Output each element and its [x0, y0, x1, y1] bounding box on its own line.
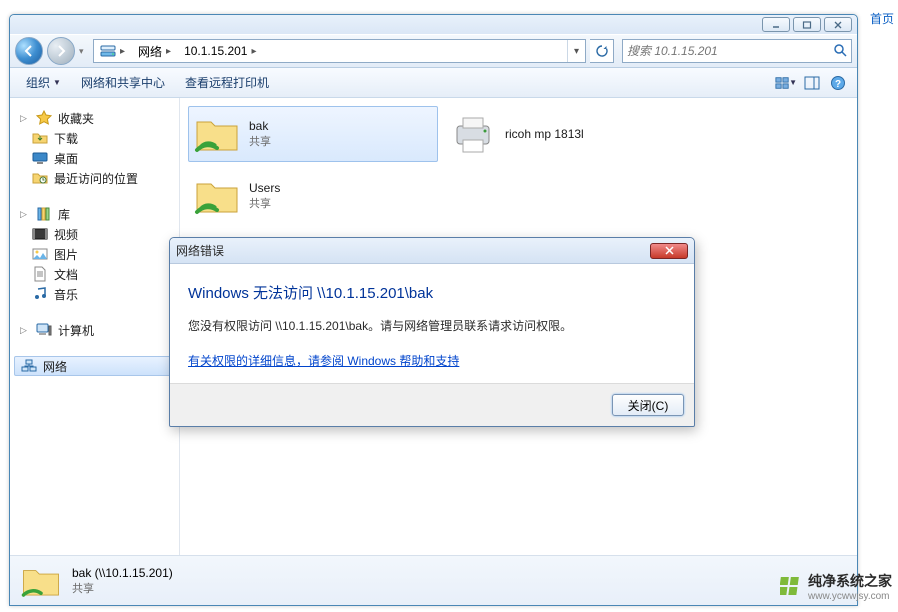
navigation-pane: ▷ 收藏夹 下载 桌面 最近访问的位置 ▷ 库	[10, 98, 180, 555]
svg-text:?: ?	[835, 79, 841, 90]
dialog-ok-button[interactable]: 关闭(C)	[612, 394, 684, 416]
sidebar-downloads[interactable]: 下载	[10, 128, 179, 148]
titlebar	[10, 15, 857, 34]
watermark: 纯净系统之家 www.ycwwjsy.com	[780, 571, 892, 602]
share-folder-icon	[193, 110, 241, 158]
refresh-button[interactable]	[590, 39, 614, 63]
watermark-brand: 纯净系统之家	[808, 573, 892, 589]
search-input[interactable]	[627, 44, 833, 58]
dialog-titlebar: 网络错误	[170, 238, 694, 264]
music-icon	[32, 286, 48, 302]
sidebar-documents[interactable]: 文档	[10, 264, 179, 284]
dialog-body: Windows 无法访问 \\10.1.15.201\bak 您没有权限访问 \…	[170, 264, 694, 384]
details-title: bak (\\10.1.15.201)	[72, 566, 173, 580]
pictures-icon	[32, 246, 48, 262]
documents-icon	[32, 266, 48, 282]
network-icon	[100, 43, 116, 59]
library-icon	[36, 206, 52, 222]
item-users[interactable]: Users共享	[188, 168, 438, 224]
dialog-close-button[interactable]	[650, 243, 688, 259]
printer-icon	[449, 110, 497, 158]
item-sub: 共享	[249, 133, 271, 149]
folder-icon	[32, 130, 48, 146]
star-icon	[36, 110, 52, 126]
desktop-icon	[32, 150, 48, 166]
address-bar[interactable]: ▸ 网络▸ 10.1.15.201▸ ▾	[93, 39, 586, 63]
sidebar-videos[interactable]: 视频	[10, 224, 179, 244]
close-button[interactable]	[824, 17, 852, 32]
crumb-host[interactable]: 10.1.15.201▸	[178, 40, 263, 62]
toolbar: 组织▼ 网络和共享中心 查看远程打印机 ▼ ?	[10, 68, 857, 98]
organize-button[interactable]: 组织▼	[18, 71, 69, 94]
details-pane: bak (\\10.1.15.201) 共享	[10, 555, 857, 605]
view-printers-button[interactable]: 查看远程打印机	[177, 71, 277, 94]
maximize-button[interactable]	[793, 17, 821, 32]
search-box[interactable]	[622, 39, 852, 63]
watermark-logo-icon	[780, 576, 802, 598]
crumb-root[interactable]: ▸	[94, 40, 132, 62]
favorites-header[interactable]: ▷ 收藏夹	[10, 108, 179, 128]
video-icon	[32, 226, 48, 242]
home-link[interactable]: 首页	[870, 10, 894, 27]
dialog-help-link[interactable]: 有关权限的详细信息，请参阅 Windows 帮助和支持	[188, 354, 459, 368]
history-dropdown[interactable]: ▾	[79, 46, 89, 57]
sidebar-desktop[interactable]: 桌面	[10, 148, 179, 168]
network-center-button[interactable]: 网络和共享中心	[73, 71, 173, 94]
watermark-url: www.ycwwjsy.com	[808, 591, 892, 602]
dialog-footer: 关闭(C)	[170, 384, 694, 426]
dialog-title: 网络错误	[176, 242, 224, 259]
forward-button[interactable]	[47, 37, 75, 65]
sidebar-music[interactable]: 音乐	[10, 284, 179, 304]
sidebar-computer[interactable]: ▷ 计算机	[10, 320, 179, 340]
item-name: bak	[249, 119, 271, 133]
computer-icon	[36, 322, 52, 338]
help-button[interactable]: ?	[827, 72, 849, 94]
share-folder-icon	[193, 172, 241, 220]
item-bak[interactable]: bak共享	[188, 106, 438, 162]
search-icon[interactable]	[833, 43, 847, 60]
item-name: Users	[249, 181, 280, 195]
item-printer[interactable]: ricoh mp 1813l	[444, 106, 694, 162]
minimize-button[interactable]	[762, 17, 790, 32]
preview-pane-button[interactable]	[801, 72, 823, 94]
item-name: ricoh mp 1813l	[505, 127, 584, 141]
dialog-message: 您没有权限访问 \\10.1.15.201\bak。请与网络管理员联系请求访问权…	[188, 317, 676, 334]
address-dropdown[interactable]: ▾	[567, 40, 585, 62]
sidebar-network[interactable]: 网络	[14, 356, 175, 376]
view-mode-button[interactable]: ▼	[775, 72, 797, 94]
sidebar-recent[interactable]: 最近访问的位置	[10, 168, 179, 188]
navigation-bar: ▾ ▸ 网络▸ 10.1.15.201▸ ▾	[10, 34, 857, 68]
back-button[interactable]	[15, 37, 43, 65]
network-icon	[21, 358, 37, 374]
crumb-network[interactable]: 网络▸	[132, 40, 178, 62]
libraries-header[interactable]: ▷ 库	[10, 204, 179, 224]
item-sub: 共享	[249, 195, 280, 211]
error-dialog: 网络错误 Windows 无法访问 \\10.1.15.201\bak 您没有权…	[169, 237, 695, 427]
dialog-heading: Windows 无法访问 \\10.1.15.201\bak	[188, 282, 676, 303]
recent-icon	[32, 170, 48, 186]
details-sub: 共享	[72, 580, 173, 596]
sidebar-pictures[interactable]: 图片	[10, 244, 179, 264]
share-folder-icon	[20, 560, 62, 602]
